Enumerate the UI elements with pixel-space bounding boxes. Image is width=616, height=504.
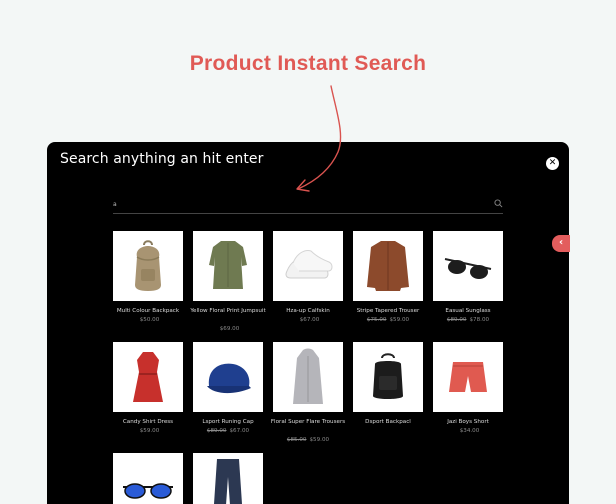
product-image[interactable] — [273, 231, 343, 301]
sunglasses-icon — [433, 231, 503, 301]
black-backpack-icon — [353, 342, 423, 412]
product-image[interactable] — [273, 342, 343, 412]
search-modal: Search anything an hit enter ✕ Multi Col… — [47, 142, 569, 504]
shirt-dress-icon — [193, 231, 263, 301]
product-name[interactable]: Lsport Runing Cap — [187, 418, 269, 427]
product-price — [347, 427, 429, 436]
search-input[interactable] — [113, 198, 483, 210]
close-icon[interactable]: ✕ — [546, 157, 559, 170]
current-price: $50.00 — [139, 317, 160, 323]
product-name[interactable]: Easual Sunglass — [427, 307, 509, 316]
product-price: $89.00 $67.00 — [187, 427, 269, 436]
product-image[interactable] — [353, 231, 423, 301]
shorts-icon — [433, 342, 503, 412]
current-price: $67.00 — [299, 317, 320, 323]
product-image[interactable] — [113, 231, 183, 301]
product-price: $67.00 — [267, 316, 349, 325]
side-tab-chevron-left-icon[interactable]: ‹ — [552, 235, 570, 252]
product-image[interactable] — [193, 231, 263, 301]
product-image[interactable] — [433, 342, 503, 412]
product-name[interactable]: Jazi Boys Short — [427, 418, 509, 427]
search-bar — [113, 196, 503, 214]
product-name[interactable]: Multi Colour Backpack — [107, 307, 189, 316]
product-image[interactable] — [353, 342, 423, 412]
product-name[interactable]: Floral Super Flare Trousers — [267, 418, 349, 427]
old-price: $75.00 — [366, 317, 387, 323]
product-image[interactable] — [433, 231, 503, 301]
product-name[interactable]: Candy Shirt Dress — [107, 418, 189, 427]
product-price: $75.00 $59.00 — [347, 316, 429, 325]
product-image[interactable] — [193, 342, 263, 412]
blue-sunglasses-icon — [113, 453, 183, 504]
modal-title: Search anything an hit enter — [60, 151, 264, 167]
search-icon[interactable] — [494, 199, 503, 208]
product-image[interactable] — [113, 453, 183, 504]
old-price: $89.00 — [446, 317, 467, 323]
current-price: $59.00 — [389, 317, 410, 323]
current-price: $69.00 — [219, 326, 240, 332]
old-price: $85.00 — [286, 437, 307, 443]
product-price: $89.00 $78.00 — [427, 316, 509, 325]
product-price: $34.00 — [427, 427, 509, 436]
jacket-icon — [353, 231, 423, 301]
headline: Product Instant Search — [189, 52, 427, 75]
product-price: $69.00 — [187, 325, 269, 334]
product-price: $85.00 $59.00 — [267, 436, 349, 445]
cap-icon — [193, 342, 263, 412]
product-price: $59.00 — [107, 427, 189, 436]
product-image[interactable] — [113, 342, 183, 412]
product-price: $50.00 — [107, 316, 189, 325]
product-name[interactable]: Yellow Floral Print Jumpsuit — [187, 307, 269, 316]
coat-icon — [273, 342, 343, 412]
current-price: $59.00 — [139, 428, 160, 434]
product-name[interactable]: Stripe Tapered Trouser — [347, 307, 429, 316]
current-price: $78.00 — [469, 317, 490, 323]
current-price: $67.00 — [229, 428, 250, 434]
backpack-icon — [113, 231, 183, 301]
product-image[interactable] — [193, 453, 263, 504]
current-price: $34.00 — [459, 428, 480, 434]
sneakers-icon — [273, 231, 343, 301]
product-name[interactable]: Dsport Backpacl — [347, 418, 429, 427]
red-dress-icon — [113, 342, 183, 412]
trousers-icon — [193, 453, 263, 504]
product-name[interactable]: Hza-up Calfskin — [267, 307, 349, 316]
old-price: $89.00 — [206, 428, 227, 434]
current-price: $59.00 — [309, 437, 330, 443]
